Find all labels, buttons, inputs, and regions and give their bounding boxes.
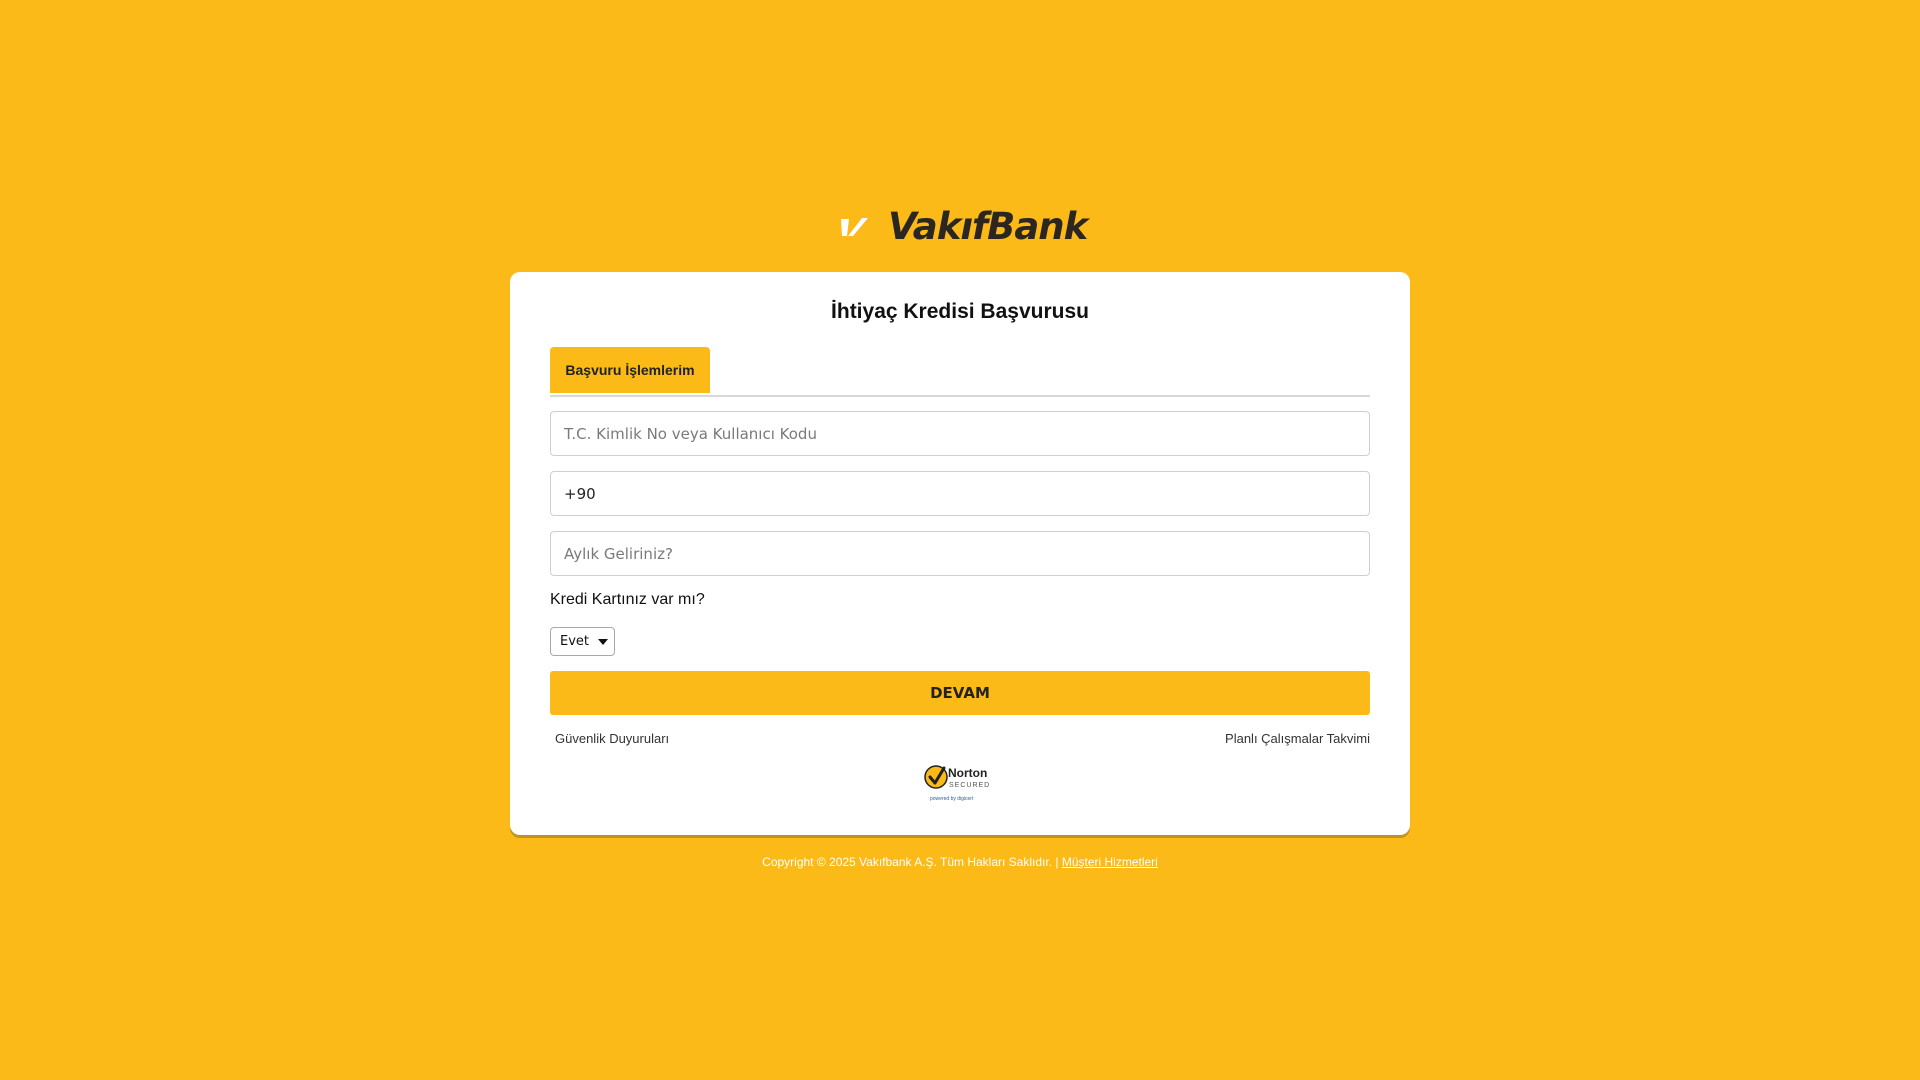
- tab-bar: Başvuru İşlemlerim: [550, 347, 1370, 397]
- customer-service-link[interactable]: Müşteri Hizmetleri: [1062, 855, 1158, 869]
- caret-down-icon: [598, 639, 608, 645]
- vakifbank-logo-mark-icon: [841, 218, 868, 236]
- phone-input[interactable]: [550, 471, 1370, 516]
- credit-card-select[interactable]: Evet: [550, 627, 615, 656]
- tab-basvuru-islemlerim[interactable]: Başvuru İşlemlerim: [550, 347, 710, 393]
- vakifbank-logo: VakıfBank: [838, 204, 1088, 248]
- credit-card-question-label: Kredi Kartınız var mı?: [550, 591, 705, 608]
- norton-secured-badge-icon[interactable]: Norton SECURED powered by digicert: [922, 760, 998, 804]
- planned-maintenance-link[interactable]: Planlı Çalışmalar Takvimi: [1225, 731, 1370, 746]
- page-title: İhtiyaç Kredisi Başvurusu: [831, 300, 1089, 323]
- credit-card-select-value: Evet: [560, 634, 590, 649]
- application-card: İhtiyaç Kredisi Başvurusu Başvuru İşleml…: [510, 272, 1410, 835]
- devam-button[interactable]: DEVAM: [550, 671, 1370, 715]
- norton-badge-name: Norton: [948, 766, 987, 780]
- vakifbank-logo-text: VakıfBank: [888, 204, 1088, 248]
- security-notices-link[interactable]: Güvenlik Duyuruları: [555, 731, 669, 746]
- norton-badge-powered: powered by digicert: [930, 796, 974, 802]
- copyright-text: Copyright © 2025 Vakıfbank A.Ş. Tüm Hakl…: [762, 855, 1059, 869]
- footer: Copyright © 2025 Vakıfbank A.Ş. Tüm Hakl…: [0, 855, 1920, 869]
- norton-badge-secured: SECURED: [949, 782, 990, 789]
- monthly-income-input[interactable]: [550, 531, 1370, 576]
- tc-kimlik-input[interactable]: [550, 411, 1370, 456]
